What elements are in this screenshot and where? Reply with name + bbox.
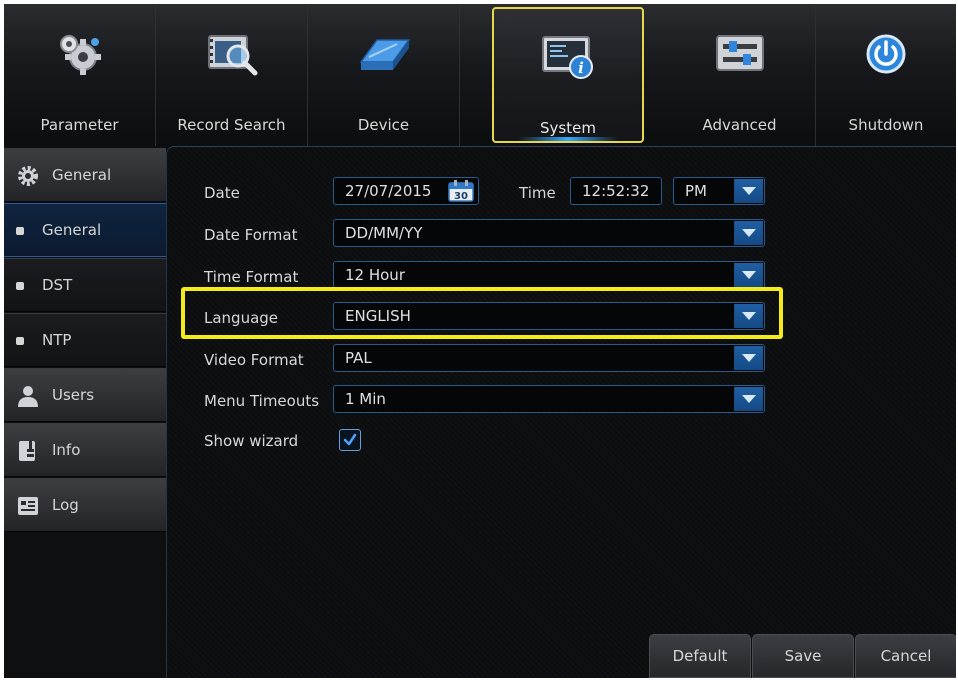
top-nav: Parameter Record Search Device i System …: [4, 4, 956, 146]
menu-timeouts-value: 1 Min: [345, 390, 386, 408]
bullet-icon: [16, 282, 24, 290]
info-file-icon: [16, 439, 40, 463]
sliders-icon: [713, 32, 767, 76]
chevron-down-icon[interactable]: [734, 387, 763, 411]
date-label: Date: [204, 184, 240, 202]
sidebar-group-label: Info: [52, 441, 81, 459]
cancel-button[interactable]: Cancel: [855, 634, 956, 678]
active-tab-glow: [518, 137, 618, 141]
time-format-select[interactable]: 12 Hour: [333, 261, 765, 289]
show-wizard-checkbox[interactable]: [339, 429, 361, 451]
chevron-down-icon[interactable]: [734, 263, 763, 287]
chevron-down-icon[interactable]: [734, 346, 763, 370]
nav-label: Device: [357, 116, 410, 134]
ampm-value: PM: [685, 182, 707, 200]
chevron-down-icon[interactable]: [734, 179, 763, 203]
nav-label: Record Search: [177, 116, 286, 134]
sidebar-group-general[interactable]: General: [4, 148, 166, 202]
time-label: Time: [519, 184, 556, 202]
ampm-select[interactable]: PM: [673, 177, 765, 205]
settings-panel: Date 27/07/2015 30 Time 12:52:32 PM Date…: [166, 146, 956, 678]
sidebar-item-general[interactable]: General: [4, 203, 166, 257]
nav-label: System: [540, 119, 596, 137]
monitor-info-icon: i: [541, 35, 595, 79]
time-format-label: Time Format: [204, 268, 299, 286]
default-button[interactable]: Default: [649, 634, 751, 678]
film-search-icon: [205, 32, 259, 76]
sidebar-group-label: Log: [52, 496, 79, 514]
nav-shutdown[interactable]: Shutdown: [816, 4, 956, 146]
time-field[interactable]: 12:52:32: [570, 177, 662, 205]
date-field[interactable]: 27/07/2015 30: [333, 177, 479, 205]
hard-drive-icon: [357, 32, 411, 76]
show-wizard-label: Show wizard: [204, 432, 299, 450]
date-value: 27/07/2015: [345, 182, 432, 200]
checkmark-icon: [343, 433, 357, 446]
dvr-screen: Parameter Record Search Device i System …: [4, 4, 956, 678]
nav-label: Shutdown: [848, 116, 924, 134]
time-value: 12:52:32: [582, 182, 650, 200]
sidebar: General General DST NTP Users Info Log: [4, 146, 166, 678]
nav-advanced[interactable]: Advanced: [664, 4, 816, 146]
date-format-select[interactable]: DD/MM/YY: [333, 219, 765, 247]
video-format-value: PAL: [345, 349, 372, 367]
menu-timeouts-select[interactable]: 1 Min: [333, 385, 765, 413]
sidebar-group-label: Users: [52, 386, 95, 404]
power-icon: [859, 32, 913, 76]
nav-label: Parameter: [40, 116, 119, 134]
sidebar-item-ntp[interactable]: NTP: [4, 313, 166, 367]
video-format-label: Video Format: [204, 351, 304, 369]
sidebar-group-users[interactable]: Users: [4, 368, 166, 422]
svg-text:i: i: [578, 59, 584, 77]
calendar-icon[interactable]: 30: [448, 180, 474, 202]
menu-timeouts-label: Menu Timeouts: [204, 392, 320, 410]
sidebar-item-dst[interactable]: DST: [4, 258, 166, 312]
gear-icon: [16, 164, 40, 188]
nav-record-search[interactable]: Record Search: [156, 4, 308, 146]
chevron-down-icon[interactable]: [734, 221, 763, 245]
svg-text:30: 30: [454, 191, 468, 202]
date-format-value: DD/MM/YY: [345, 224, 423, 242]
log-icon: [16, 494, 40, 518]
sidebar-group-info[interactable]: Info: [4, 423, 166, 477]
gears-icon: [53, 32, 107, 76]
date-format-label: Date Format: [204, 226, 298, 244]
nav-label: Advanced: [702, 116, 777, 134]
nav-system[interactable]: i System: [492, 7, 644, 143]
video-format-select[interactable]: PAL: [333, 344, 765, 372]
language-select[interactable]: ENGLISH: [333, 302, 765, 330]
sidebar-item-label: NTP: [42, 331, 72, 349]
nav-parameter[interactable]: Parameter: [4, 4, 156, 146]
nav-device[interactable]: Device: [308, 4, 460, 146]
sidebar-group-log[interactable]: Log: [4, 478, 166, 532]
language-label: Language: [204, 309, 279, 327]
sidebar-item-label: DST: [42, 276, 73, 294]
bullet-icon: [16, 227, 24, 235]
save-button[interactable]: Save: [752, 634, 854, 678]
bullet-icon: [16, 337, 24, 345]
chevron-down-icon[interactable]: [734, 304, 763, 328]
sidebar-group-label: General: [52, 166, 112, 184]
language-value: ENGLISH: [345, 307, 411, 325]
user-icon: [16, 384, 40, 408]
sidebar-item-label: General: [42, 221, 102, 239]
time-format-value: 12 Hour: [345, 266, 405, 284]
